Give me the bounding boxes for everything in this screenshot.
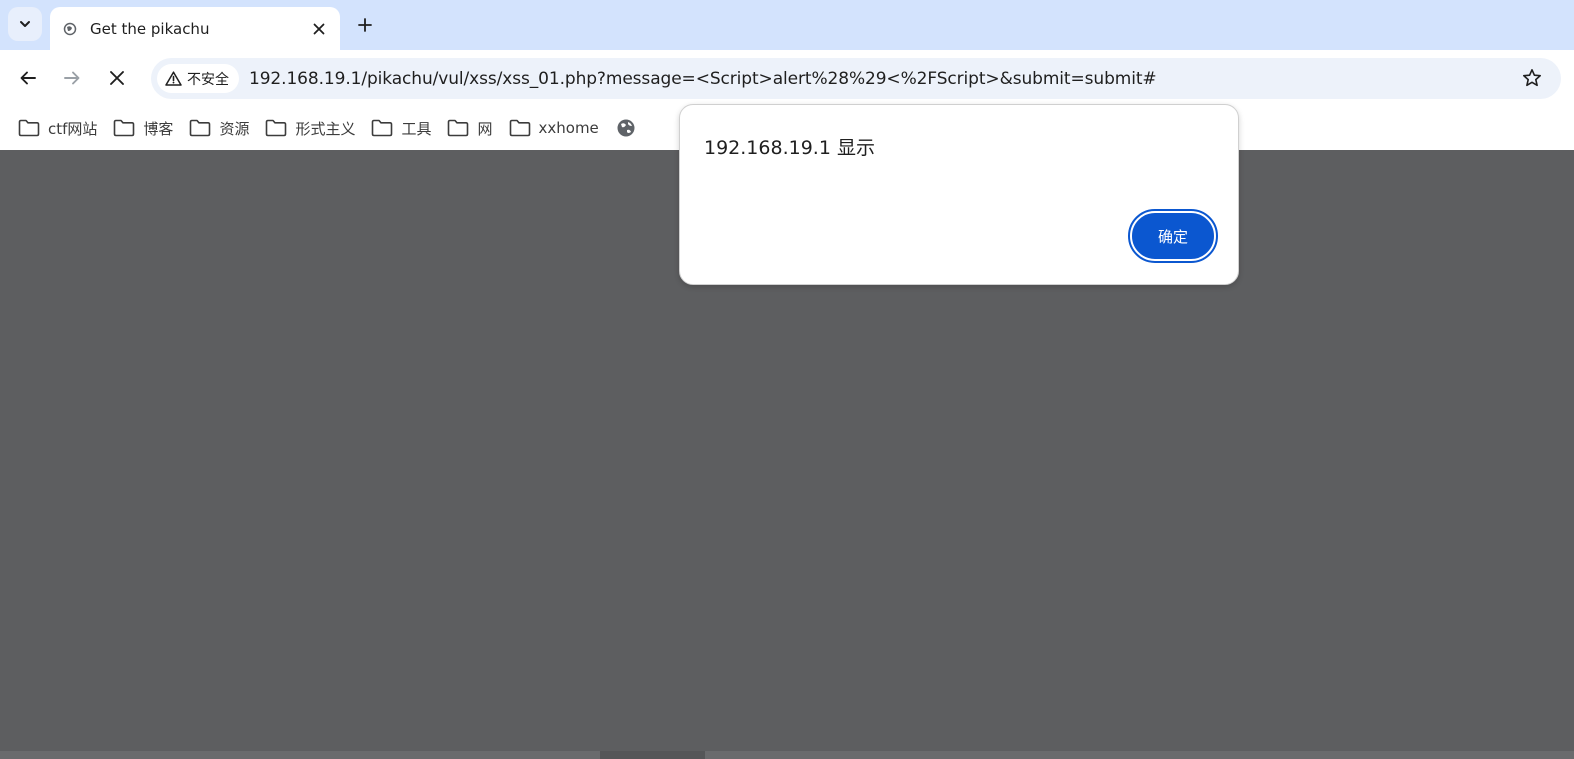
dialog-title: 192.168.19.1 显示 — [704, 137, 875, 159]
address-bar[interactable]: 不安全 192.168.19.1/pikachu/vul/xss/xss_01.… — [151, 58, 1561, 99]
bookmark-folder-net[interactable]: 网 — [443, 113, 500, 143]
folder-icon — [113, 118, 135, 138]
folder-icon — [265, 118, 287, 138]
bookmark-folder-resources[interactable]: 资源 — [185, 113, 257, 143]
bookmark-folder-formalism[interactable]: 形式主义 — [261, 113, 363, 143]
tab-close-button[interactable] — [308, 18, 330, 40]
folder-icon — [189, 118, 211, 138]
bookmark-folder-tools[interactable]: 工具 — [367, 113, 439, 143]
bookmark-label: 形式主义 — [295, 119, 356, 138]
security-label: 不安全 — [187, 71, 229, 88]
arrow-left-icon — [20, 71, 36, 85]
alert-dialog: 192.168.19.1 显示 确定 — [679, 104, 1239, 285]
bookmark-label: 博客 — [143, 119, 174, 138]
chevron-down-icon — [20, 21, 30, 27]
globe-icon — [615, 118, 637, 138]
star-icon — [1523, 69, 1541, 87]
browser-toolbar: 不安全 192.168.19.1/pikachu/vul/xss/xss_01.… — [0, 50, 1574, 106]
loading-favicon-icon — [62, 21, 78, 37]
bookmark-folder-xxhome[interactable]: xxhome — [505, 113, 607, 143]
ok-button[interactable]: 确定 — [1128, 209, 1218, 263]
security-chip[interactable]: 不安全 — [157, 64, 239, 93]
bookmark-folder-blog[interactable]: 博客 — [109, 113, 181, 143]
folder-icon — [447, 118, 469, 138]
bookmark-star-button[interactable] — [1521, 67, 1543, 89]
bookmark-label: 工具 — [401, 119, 432, 138]
arrow-right-icon — [64, 71, 80, 85]
url-text[interactable]: 192.168.19.1/pikachu/vul/xss/xss_01.php?… — [249, 69, 1157, 89]
stop-loading-button[interactable] — [103, 64, 131, 92]
back-button[interactable] — [14, 64, 42, 92]
bookmark-site[interactable] — [611, 113, 653, 143]
forward-button[interactable] — [58, 64, 86, 92]
new-tab-button[interactable] — [352, 12, 378, 38]
active-tab[interactable]: Get the pikachu — [50, 7, 340, 50]
folder-icon — [18, 118, 40, 138]
close-icon — [110, 71, 124, 85]
folder-icon — [509, 118, 531, 138]
folder-icon — [371, 118, 393, 138]
tab-search-button[interactable] — [8, 7, 42, 41]
bookmark-label: 网 — [477, 119, 493, 138]
bottom-edge — [0, 751, 1574, 759]
tab-title: Get the pikachu — [90, 19, 210, 38]
warning-icon — [165, 71, 182, 86]
bookmark-label: ctf网站 — [48, 119, 98, 138]
tab-strip: Get the pikachu — [0, 0, 1574, 50]
bookmark-folder-ctf[interactable]: ctf网站 — [14, 113, 105, 143]
bookmark-label: xxhome — [538, 119, 599, 137]
bookmark-label: 资源 — [219, 119, 250, 138]
plus-icon — [358, 18, 372, 32]
bottom-edge-segment — [600, 751, 705, 759]
close-icon — [313, 23, 325, 34]
